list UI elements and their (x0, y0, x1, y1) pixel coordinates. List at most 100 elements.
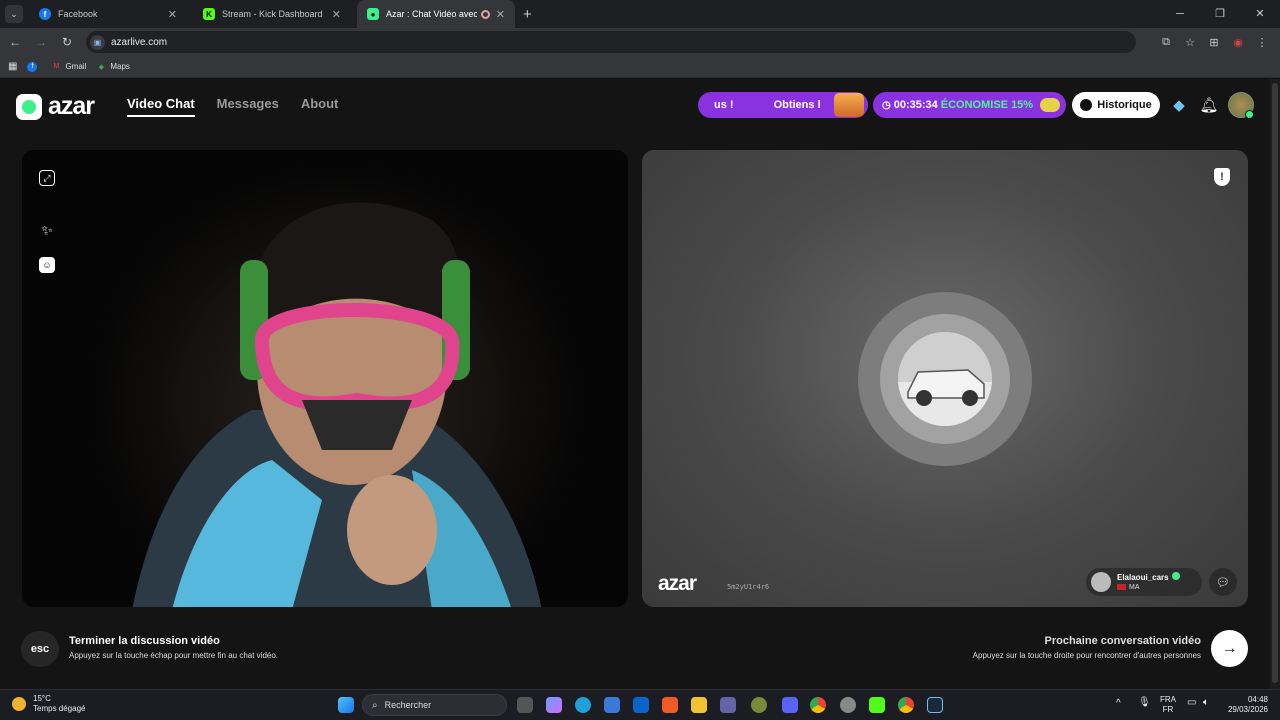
file-explorer-icon[interactable] (691, 697, 707, 713)
chrome-icon[interactable] (810, 697, 826, 713)
clock-icon: ◷ (882, 99, 891, 111)
morocco-flag-icon (1117, 584, 1126, 591)
history-label: Historique (1097, 99, 1152, 111)
discord-icon[interactable] (782, 697, 798, 713)
nav-messages[interactable]: Messages (217, 96, 279, 117)
taskbar-search[interactable]: ⌕ Rechercher (362, 694, 507, 716)
forward-icon[interactable]: → (30, 35, 52, 49)
partner-username: Elalaoui_cars (1117, 573, 1169, 582)
date-text: 29/03/2026 (1227, 705, 1268, 714)
online-status-dot (1245, 110, 1254, 119)
chat-bubble-button[interactable]: 💬︎ (1209, 568, 1237, 596)
store-icon[interactable] (604, 697, 620, 713)
site-info-icon[interactable]: ▣ (90, 34, 105, 50)
close-icon[interactable]: ✕ (332, 8, 341, 21)
bookmark-star-icon[interactable]: ☆ (1178, 36, 1202, 49)
bookmarks-bar: ▦ f M Gmail ◆ Maps (0, 56, 1280, 78)
steam-icon[interactable] (927, 697, 943, 713)
toolbar-actions: ⧉ ☆ ⊞ ◉ ⋮ (1154, 36, 1274, 49)
close-icon[interactable]: ✕ (168, 8, 177, 21)
tab-azar[interactable]: ● Azar : Chat Vidéo avec de n ✕ (357, 0, 515, 28)
promo-text-b: Obtiens l (773, 99, 821, 111)
discount-text: ÉCONOMISE 15% (940, 99, 1034, 111)
new-tab-button[interactable]: + (523, 6, 532, 23)
azar-page: azar Video Chat Messages About us ! Obti… (0, 79, 1280, 689)
next-arrow-button[interactable]: → (1211, 630, 1248, 667)
reload-icon[interactable]: ↻ (56, 35, 78, 49)
end-chat-title: Terminer la discussion vidéo (69, 635, 220, 647)
clock[interactable]: 04:48 29/03/2026 (1226, 695, 1268, 715)
apps-icon[interactable]: ▦ (8, 61, 17, 72)
history-icon (1080, 99, 1093, 111)
brave-icon[interactable] (662, 697, 678, 713)
app2-icon[interactable] (840, 697, 856, 713)
gems-icon[interactable]: ◆ (1168, 94, 1190, 116)
partner-video-panel: ! azar 5m2yU1r4r6 Elalaoui_cars MA 💬︎ (642, 150, 1248, 607)
maximize-icon[interactable]: ❐ (1200, 0, 1240, 28)
minimize-icon[interactable]: ─ (1160, 0, 1200, 28)
cast-icon[interactable]: ⧉ (1154, 36, 1178, 49)
profile-icon[interactable]: ◉ (1226, 36, 1250, 49)
nav-video-chat[interactable]: Video Chat (127, 96, 195, 117)
verified-icon (1171, 572, 1180, 580)
copilot-icon[interactable] (546, 697, 562, 713)
nav-about[interactable]: About (301, 96, 339, 117)
bookmark-gmail[interactable]: M Gmail (51, 62, 87, 72)
volume-icon[interactable]: 🔈︎ (1203, 698, 1209, 708)
microphone-icon[interactable]: 🎙︎ (1138, 698, 1151, 708)
bell-icon[interactable]: 🔔︎ (1198, 94, 1220, 116)
next-chat-title: Prochaine conversation vidéo (1044, 635, 1202, 647)
promo-text-a: us ! (714, 99, 734, 111)
history-button[interactable]: Historique (1072, 92, 1160, 118)
partner-badge[interactable]: Elalaoui_cars MA (1086, 568, 1202, 596)
page-scrollbar[interactable] (1270, 79, 1280, 689)
discount-timer-banner[interactable]: ◷ 00:35:34 ÉCONOMISE 15% (873, 92, 1066, 118)
menu-icon[interactable]: ⋮ (1250, 36, 1274, 49)
bookmark-label: Gmail (65, 62, 87, 71)
tab-title: Stream - Kick Dashboard (222, 9, 323, 19)
search-placeholder: Rechercher (384, 700, 432, 710)
weather-widget[interactable]: 15°C Temps dégagé (12, 694, 85, 714)
windows-start-icon[interactable] (338, 697, 354, 713)
watermark-code: 5m2yU1r4r6 (727, 583, 770, 591)
bookmark-maps[interactable]: ◆ Maps (96, 62, 130, 72)
fullscreen-icon[interactable]: ⤢ (39, 170, 55, 186)
window-controls: ─ ❐ ✕ (1160, 0, 1280, 28)
time-text: 04:48 (1247, 695, 1268, 704)
teams-icon[interactable] (720, 697, 736, 713)
weather-text: Temps dégagé (33, 704, 86, 713)
extensions-icon[interactable]: ⊞ (1202, 36, 1226, 49)
bookmark-facebook[interactable]: f (27, 61, 41, 72)
treasure-chest-icon (834, 93, 864, 117)
bookmark-label: Maps (110, 62, 130, 71)
face-filter-icon[interactable]: ☺ (39, 257, 55, 273)
language-indicator[interactable]: FRA FR (1160, 695, 1176, 715)
close-icon[interactable]: ✕ (496, 8, 505, 21)
address-bar[interactable]: ▣ azarlive.com (86, 31, 1136, 53)
network-icon[interactable]: ▭ (1187, 698, 1196, 708)
self-video-person (132, 202, 542, 607)
scrollbar-thumb[interactable] (1272, 83, 1278, 683)
chrome-profile-icon[interactable] (898, 697, 914, 713)
app-icon[interactable] (751, 697, 767, 713)
recording-icon (480, 9, 490, 19)
tab-search-button[interactable]: ⌄ (5, 5, 23, 23)
effects-wand-icon[interactable]: ✨︎ (39, 222, 55, 238)
kick-app-icon[interactable] (869, 697, 885, 713)
outlook-icon[interactable] (633, 697, 649, 713)
tab-kick[interactable]: K Stream - Kick Dashboard ✕ (193, 0, 351, 28)
coins-icon (1040, 98, 1060, 112)
main-nav: Video Chat Messages About (127, 96, 360, 117)
azar-logo[interactable]: azar (16, 92, 95, 121)
azar-icon: ● (367, 8, 379, 20)
back-icon[interactable]: ← (4, 35, 26, 49)
edge-icon[interactable] (575, 697, 591, 713)
report-shield-icon[interactable]: ! (1214, 168, 1230, 186)
task-view-icon[interactable] (517, 697, 533, 713)
close-window-icon[interactable]: ✕ (1240, 0, 1280, 28)
esc-button[interactable]: esc (21, 631, 59, 667)
promo-banner[interactable]: us ! Obtiens l (698, 92, 868, 118)
tab-facebook[interactable]: f Facebook ✕ (29, 0, 187, 28)
gmail-icon: M (53, 63, 60, 70)
tray-chevron-icon[interactable]: ^ (1116, 699, 1121, 709)
